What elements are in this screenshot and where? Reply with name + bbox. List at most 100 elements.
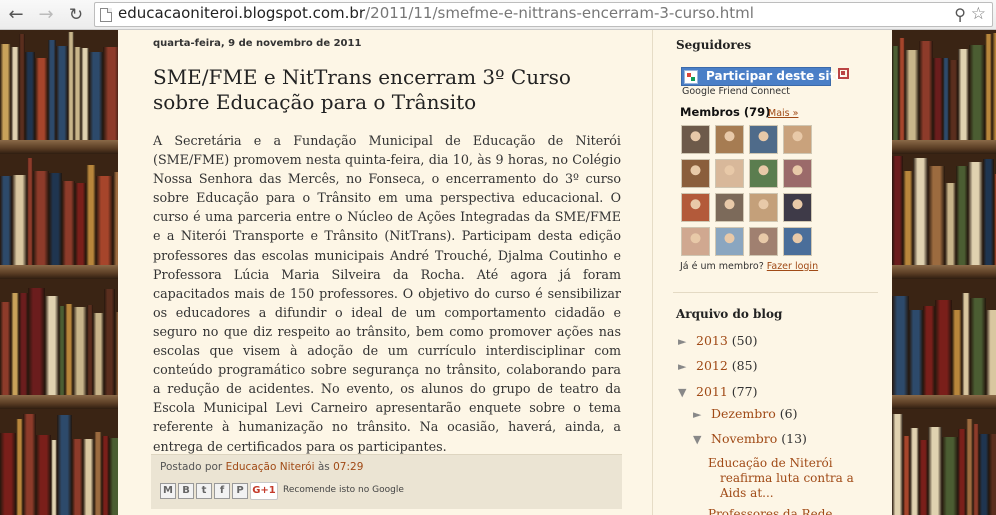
collapse-arrow-icon[interactable]: ▼ [678,386,696,399]
author-link[interactable]: Educação Niterói [226,461,315,473]
twitter-icon[interactable]: t [196,483,212,499]
reload-icon[interactable]: ↻ [64,3,88,27]
shelf-plank [892,140,996,154]
facebook-icon[interactable]: f [214,483,230,499]
book-spine [89,52,103,140]
book-spine [86,165,96,265]
archive-post-link[interactable]: Professores da Rede... [708,507,878,515]
book-spine [892,296,909,395]
join-site-button[interactable]: Participar deste site [681,67,843,86]
member-avatar[interactable] [715,159,744,188]
url-text[interactable]: educacaoniteroi.blogspot.com.br/2011/11/… [118,4,754,22]
member-avatar[interactable] [749,159,778,188]
shelf-plank [0,395,118,409]
shelf-plank [0,265,118,279]
book-spine [910,428,919,515]
member-avatar[interactable] [749,193,778,222]
member-avatar[interactable] [749,125,778,154]
expand-arrow-icon[interactable]: ► [678,335,696,348]
google-plus-one-button[interactable]: G+1 [250,482,278,500]
zoom-icon[interactable]: ⚲ [954,5,966,24]
member-avatar[interactable] [715,227,744,256]
member-avatar[interactable] [783,193,812,222]
post-title[interactable]: SME/FME e NitTrans encerram 3º Curso sob… [153,65,633,115]
collapse-arrow-icon[interactable]: ▼ [693,433,711,446]
book-spine [969,45,985,140]
archive-post-link[interactable]: Educação de Niterói reafirma luta contra… [708,456,878,501]
book-spine [0,302,11,395]
member-avatar[interactable] [681,159,710,188]
blogthis-icon[interactable]: B [178,483,194,499]
expand-arrow-icon[interactable]: ► [678,360,696,373]
post-time-link[interactable]: 07:29 [333,461,363,473]
address-bar[interactable]: educacaoniteroi.blogspot.com.br/2011/11/… [94,2,993,27]
followers-heading: Seguidores [676,38,752,52]
member-avatar[interactable] [783,227,812,256]
shelf-plank [0,140,118,154]
book-spine [25,52,35,140]
archive-year-link[interactable]: 2013 [696,333,728,348]
login-link[interactable]: Fazer login [767,261,818,272]
shelf-plank [892,395,996,409]
pinterest-icon[interactable]: P [232,483,248,499]
member-avatar[interactable] [681,227,710,256]
member-login-prompt: Já é um membro? Fazer login [680,261,818,272]
archive-month-link[interactable]: Novembro [711,431,777,446]
archive-year-row[interactable]: ► 2013 (50) [678,333,757,348]
member-avatar[interactable] [715,193,744,222]
email-icon[interactable]: M [160,483,176,499]
main-column: quarta-feira, 9 de novembro de 2011 SME/… [118,30,652,515]
bookshelf-background-left [0,30,118,515]
member-avatar[interactable] [681,125,710,154]
post-footer: Postado por Educação Niterói às 07:29 M … [151,454,622,509]
book-spine [73,307,87,395]
expand-arrow-icon[interactable]: ► [693,408,711,421]
book-spine [935,300,952,395]
divider [673,292,878,293]
book-spine [19,293,28,395]
archive-month-link[interactable]: Dezembro [711,406,776,421]
book-spine [0,176,12,265]
archive-month-row[interactable]: ▼ Novembro (13) [693,431,807,446]
book-spine [16,419,23,515]
book-spine [892,414,903,515]
book-spine [905,50,919,140]
book-spine [992,33,996,140]
book-spine [928,427,942,515]
book-spine [985,34,992,140]
archive-count: (85) [731,358,758,373]
archive-year-row[interactable]: ► 2012 (85) [678,358,757,373]
book-spine [913,158,928,265]
archive-heading: Arquivo do blog [676,307,783,321]
archive-year-link[interactable]: 2012 [696,358,728,373]
book-spine [989,434,996,515]
shelf-plank [892,265,996,279]
book-spine [933,58,943,140]
member-avatar[interactable] [783,159,812,188]
members-more-link[interactable]: Mais » [768,108,798,119]
book-spine [0,44,11,140]
book-spine [958,49,969,140]
url-path: /2011/11/smefme-e-nittrans-encerram-3-cu… [365,4,754,22]
member-avatar[interactable] [715,125,744,154]
book-spine [945,183,956,265]
book-spine [72,439,83,515]
book-spine [11,293,19,395]
book-spine [919,440,928,515]
popout-icon[interactable] [838,68,849,79]
book-spine [968,162,983,265]
member-avatar[interactable] [749,227,778,256]
forward-arrow-icon[interactable]: → [34,3,58,27]
member-avatar[interactable] [783,125,812,154]
archive-year-row[interactable]: ▼ 2011 (77) [678,384,757,399]
bookmark-star-icon[interactable]: ☆ [971,4,986,24]
archive-year-link[interactable]: 2011 [696,384,728,399]
book-spine [892,156,903,265]
archive-month-row[interactable]: ► Dezembro (6) [693,406,797,421]
sidebar: Seguidores Participar deste site Google … [652,30,892,515]
back-arrow-icon[interactable]: ← [4,3,28,27]
book-spine [970,298,986,395]
book-spine [83,439,94,515]
friend-connect-icon [684,70,698,84]
member-avatar[interactable] [681,193,710,222]
